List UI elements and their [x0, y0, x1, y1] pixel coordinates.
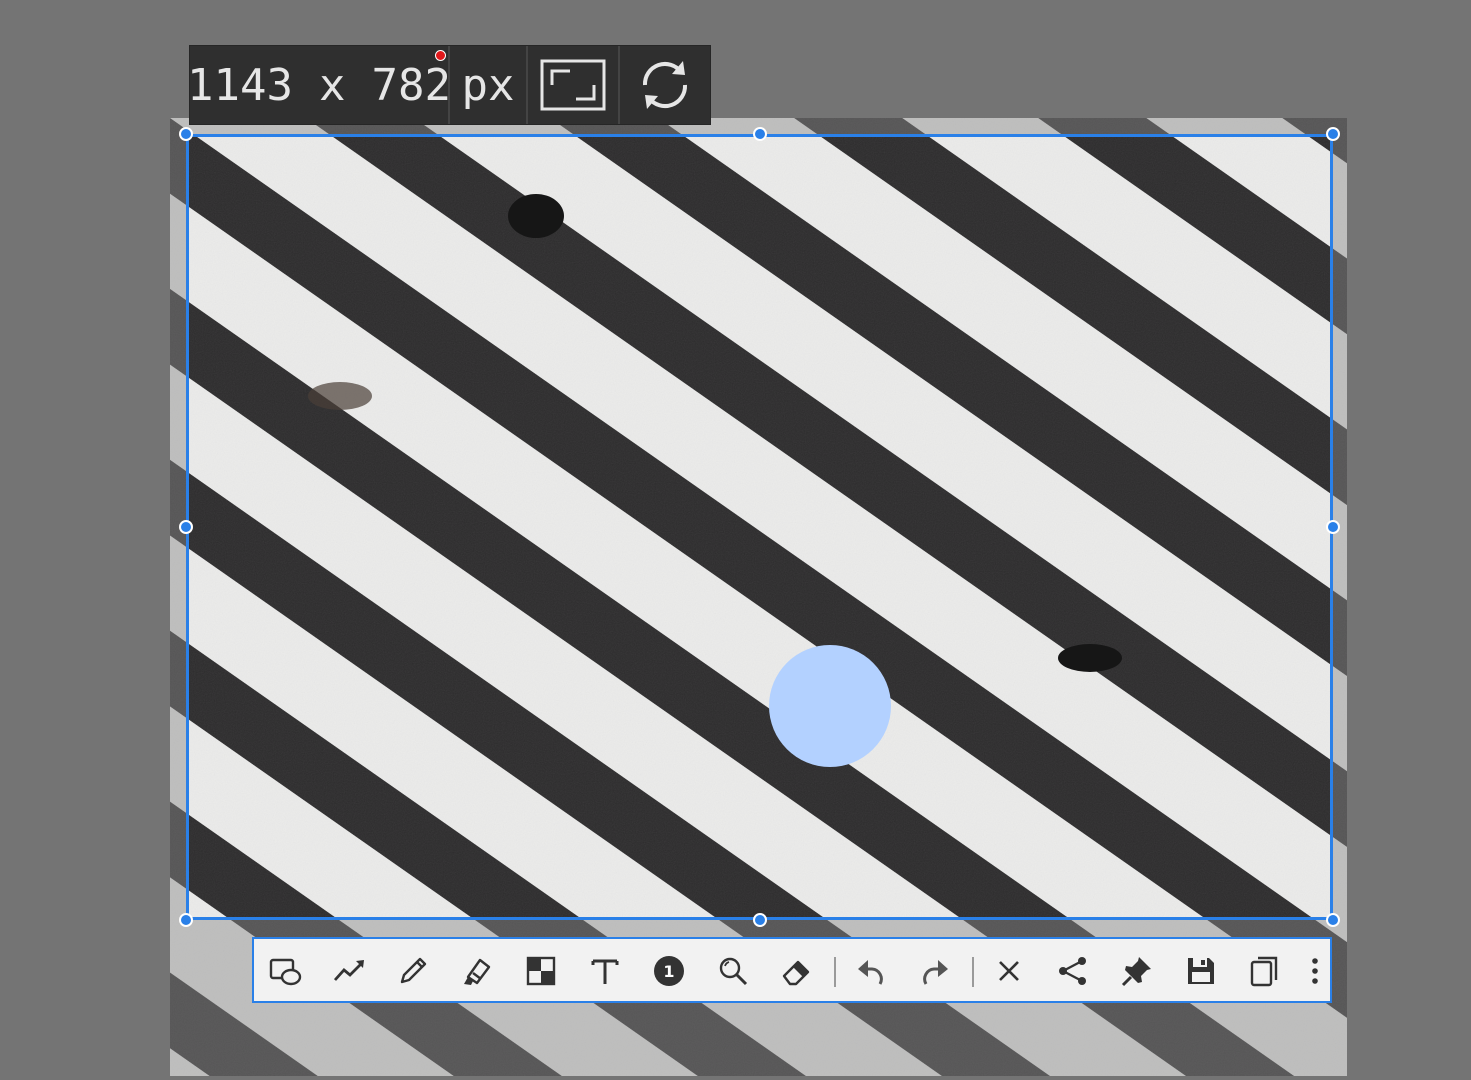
shape-icon: [269, 958, 302, 986]
undo-button[interactable]: [854, 954, 888, 988]
mosaic-icon: [526, 956, 556, 986]
modified-indicator: [435, 50, 446, 61]
toolbar-separator: [972, 957, 974, 987]
height-value[interactable]: 782: [372, 60, 451, 111]
resize-handle-right[interactable]: [1326, 520, 1340, 534]
size-separator: x: [319, 59, 346, 111]
share-icon: [1059, 957, 1086, 985]
number-tool-label: 1: [663, 962, 674, 981]
line-tool[interactable]: [332, 954, 366, 988]
refresh-icon: [642, 61, 688, 109]
pin-button[interactable]: [1120, 954, 1154, 988]
magnifier-tool[interactable]: [716, 954, 750, 988]
size-value-field[interactable]: 1143 x 782: [187, 46, 451, 124]
redo-button[interactable]: [918, 954, 952, 988]
close-icon: [999, 961, 1019, 981]
share-button[interactable]: [1056, 954, 1090, 988]
mosaic-tool[interactable]: [524, 954, 558, 988]
close-button[interactable]: [992, 954, 1026, 988]
pin-icon: [1121, 957, 1151, 987]
save-icon: [1188, 958, 1214, 984]
magnifier-icon: [719, 957, 748, 986]
undo-icon: [858, 960, 883, 985]
annotation-toolbar: 1: [252, 937, 1332, 1003]
width-value[interactable]: 1143: [187, 60, 293, 111]
resize-handle-left[interactable]: [179, 520, 193, 534]
refresh-button[interactable]: [620, 46, 710, 124]
line-icon: [333, 960, 364, 981]
eraser-icon: [782, 960, 810, 986]
more-icon: [1312, 958, 1318, 984]
number-tool[interactable]: 1: [652, 954, 686, 988]
marker-dot[interactable]: [769, 645, 891, 767]
copy-icon: [1250, 956, 1278, 987]
text-tool[interactable]: [588, 954, 622, 988]
resize-handle-top[interactable]: [753, 127, 767, 141]
resize-handle-top-right[interactable]: [1326, 127, 1340, 141]
eraser-tool[interactable]: [780, 954, 814, 988]
redo-icon: [923, 960, 948, 985]
selection-frame[interactable]: [186, 134, 1333, 920]
aspect-ratio-button[interactable]: [528, 46, 620, 124]
more-button[interactable]: [1298, 954, 1332, 988]
save-button[interactable]: [1184, 954, 1218, 988]
text-icon: [591, 959, 619, 984]
copy-button[interactable]: [1248, 954, 1282, 988]
toolbar-separator: [834, 957, 836, 987]
resize-handle-top-left[interactable]: [179, 127, 193, 141]
marker-tool[interactable]: [460, 954, 494, 988]
aspect-ratio-icon: [540, 59, 606, 111]
resize-handle-bottom-left[interactable]: [179, 913, 193, 927]
size-unit: px: [450, 46, 528, 124]
number-icon: 1: [654, 956, 684, 986]
resize-handle-bottom[interactable]: [753, 913, 767, 927]
size-indicator: 1143 x 782 px: [187, 45, 711, 125]
shape-tool[interactable]: [268, 954, 302, 988]
resize-handle-bottom-right[interactable]: [1326, 913, 1340, 927]
marker-icon: [464, 958, 491, 985]
pencil-icon: [400, 957, 427, 984]
pencil-tool[interactable]: [396, 954, 430, 988]
